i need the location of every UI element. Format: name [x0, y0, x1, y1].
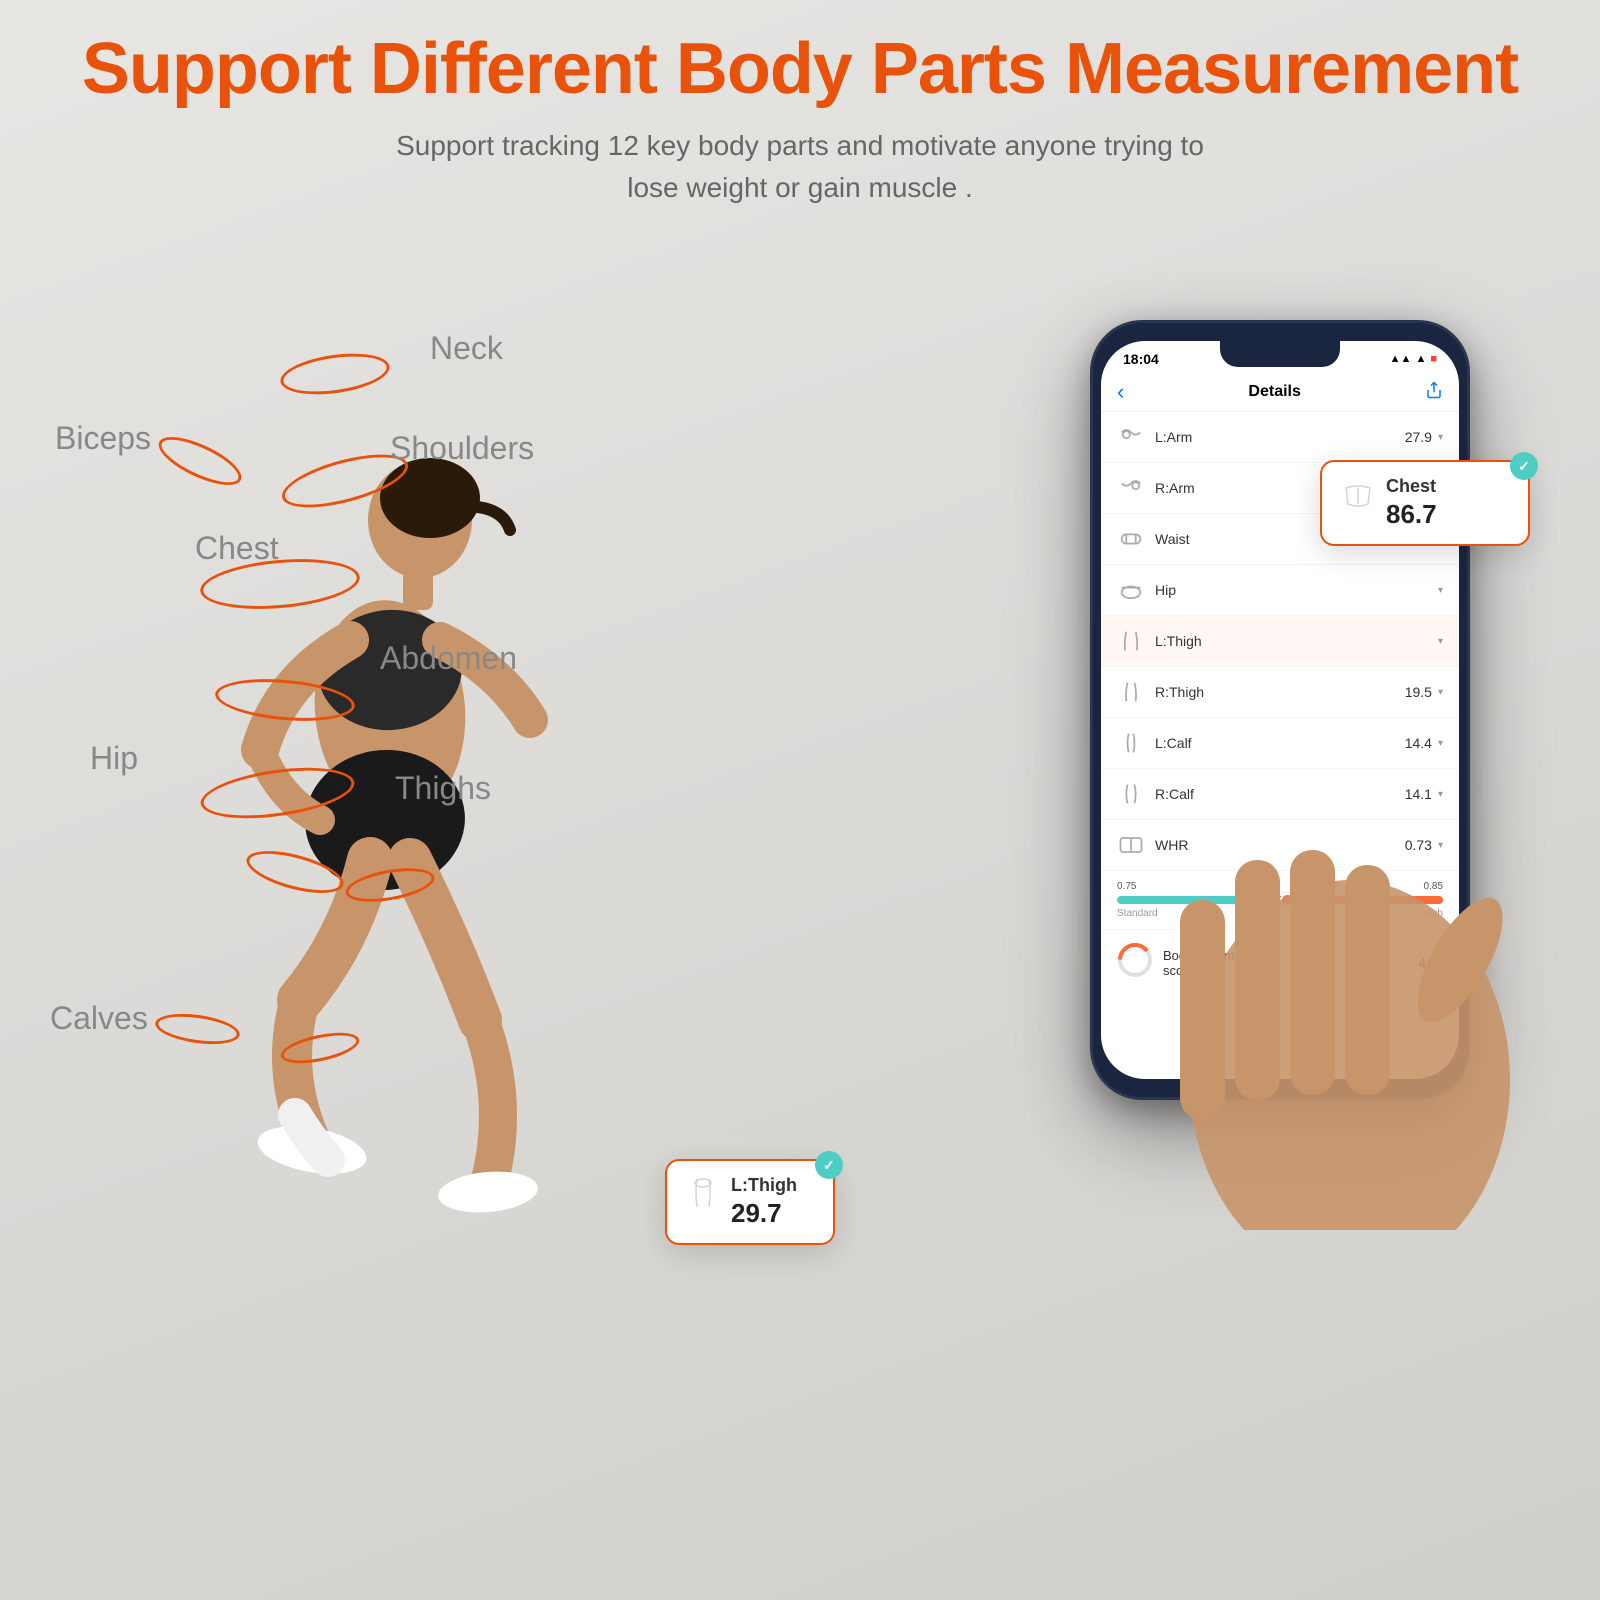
lthigh-popup-value: 29.7 [731, 1198, 797, 1229]
label-neck: Neck [430, 330, 503, 367]
lthigh-popup-content: L:Thigh 29.7 [685, 1175, 815, 1229]
chest-popup-icon [1340, 476, 1376, 512]
hand-svg [1040, 280, 1540, 1230]
lthigh-popup-icon [685, 1175, 721, 1211]
lthigh-check-icon: ✓ [815, 1151, 843, 1179]
chest-popup-text: Chest 86.7 [1386, 476, 1437, 530]
page-title: Support Different Body Parts Measurement [0, 30, 1600, 109]
label-biceps: Biceps [55, 420, 151, 457]
chest-svg-icon [1340, 476, 1376, 512]
label-thighs: Thighs [395, 770, 491, 807]
chest-check-icon: ✓ [1510, 452, 1538, 480]
label-chest: Chest [195, 530, 279, 567]
phone-wrapper: 18:04 ▲▲ ▲ ■ ‹ Details [1040, 280, 1540, 1235]
page-header: Support Different Body Parts Measurement… [0, 30, 1600, 209]
chest-popup-value: 86.7 [1386, 499, 1437, 530]
chest-popup-content: Chest 86.7 [1340, 476, 1510, 530]
label-calves: Calves [50, 1000, 148, 1037]
label-abdomen: Abdomen [380, 640, 517, 677]
chest-popup: ✓ Chest 86.7 [1320, 460, 1530, 546]
lthigh-popup: ✓ L:Thigh 29.7 [665, 1159, 835, 1245]
chest-popup-label: Chest [1386, 476, 1437, 497]
lthigh-popup-label: L:Thigh [731, 1175, 797, 1196]
thigh-svg-icon [685, 1175, 721, 1211]
page-subtitle: Support tracking 12 key body parts and m… [0, 125, 1600, 209]
label-hip: Hip [90, 740, 138, 777]
lthigh-popup-text: L:Thigh 29.7 [731, 1175, 797, 1229]
label-shoulders: Shoulders [390, 430, 534, 467]
